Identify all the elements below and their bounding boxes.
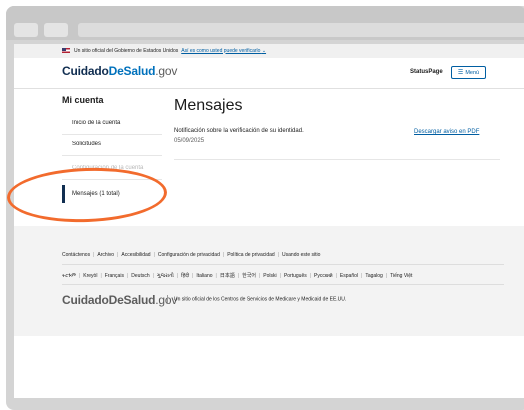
logo-suffix: .gov: [155, 64, 178, 78]
separator-pipe: |: [176, 273, 179, 279]
sidebar-divider: [62, 134, 162, 135]
verify-link[interactable]: Así es como usted puede verificarlo ⌄: [181, 48, 266, 54]
menu-button-label: Menú: [465, 69, 480, 76]
site-logo[interactable]: CuidadoDeSalud.gov: [62, 64, 177, 78]
language-link[interactable]: ትርጉም: [62, 273, 76, 279]
footer-link[interactable]: Archivo: [97, 252, 114, 258]
footer-official-text: Un sitio oficial de los Centros de Servi…: [167, 295, 346, 303]
footer-link[interactable]: Accesibilidad: [121, 252, 150, 258]
chevron-down-icon: ⌄: [261, 47, 267, 54]
message-title[interactable]: Notificación sobre la verificación de su…: [174, 128, 304, 134]
content-divider: [174, 159, 500, 160]
footer-link[interactable]: Configuración de privacidad: [158, 252, 220, 258]
browser-address-bar[interactable]: [78, 23, 524, 37]
menu-button[interactable]: ☰ Menú: [451, 66, 486, 79]
separator-pipe: |: [78, 273, 81, 279]
hamburger-menu-icon: ☰: [457, 69, 464, 76]
logo-text-part2: DeSalud: [108, 64, 156, 78]
sidebar-divider: [62, 155, 162, 156]
language-link[interactable]: Kreyòl: [83, 273, 97, 279]
language-link[interactable]: Português: [284, 273, 307, 279]
separator-pipe: |: [152, 273, 154, 279]
footer-links: Contáctenos | Archivo | Accesibilidad | Config…: [62, 252, 320, 258]
language-link[interactable]: Русский: [314, 273, 333, 279]
separator-pipe: |: [215, 273, 217, 279]
separator-pipe: |: [153, 252, 155, 258]
footer-languages: ትርጉም | Kreyòl | Français | Deutsch | ગુજરાતી | हिं…: [62, 272, 412, 279]
official-site-banner: Un sitio oficial del Gobierno de Estados…: [14, 44, 524, 58]
language-link[interactable]: Italiano: [196, 273, 212, 279]
separator-pipe: |: [385, 273, 388, 279]
separator-pipe: |: [277, 252, 280, 258]
browser-back-button[interactable]: [14, 23, 38, 37]
separator-pipe: |: [117, 252, 119, 258]
official-site-text: Un sitio oficial del Gobierno de Estados…: [74, 48, 266, 54]
us-flag-icon: [62, 48, 70, 53]
separator-pipe: |: [192, 273, 194, 279]
browser-toolbar: [6, 6, 524, 40]
footer-logo-divider: [167, 295, 168, 303]
separator-pipe: |: [279, 273, 281, 279]
footer-logo[interactable]: CuidadoDeSalud.gov: [62, 293, 177, 307]
footer-divider: [62, 284, 504, 285]
sidebar-title: Mi cuenta: [62, 95, 104, 105]
sidebar-item-applications[interactable]: Solicitudes: [62, 141, 162, 147]
separator-pipe: |: [93, 252, 95, 258]
page-title: Mensajes: [174, 97, 243, 114]
official-site-label: Un sitio oficial del Gobierno de Estados…: [74, 47, 179, 54]
separator-pipe: |: [126, 273, 129, 279]
language-link[interactable]: हिंदी: [181, 273, 189, 279]
footer-official-label: Un sitio oficial de los Centros de Servi…: [174, 296, 347, 303]
language-link[interactable]: ગુજરાતી: [157, 273, 174, 279]
language-link[interactable]: Polski: [263, 273, 276, 279]
footer-link[interactable]: Usando este sitio: [282, 252, 320, 258]
separator-pipe: |: [335, 273, 337, 279]
verify-link-label: Así es como usted puede verificarlo: [181, 47, 261, 54]
separator-pipe: |: [361, 273, 363, 279]
separator-pipe: |: [309, 273, 312, 279]
separator-pipe: |: [222, 252, 225, 258]
language-link[interactable]: Tiếng Việt: [390, 273, 412, 279]
download-pdf-link[interactable]: Descargar aviso en PDF: [414, 129, 479, 135]
footer-link[interactable]: Política de privacidad: [227, 252, 275, 258]
site-header: CuidadoDeSalud.gov StatusPage ☰ Menú: [14, 58, 524, 89]
language-link[interactable]: Français: [105, 273, 124, 279]
sidebar-item-account-home[interactable]: Inicio de la cuenta: [62, 120, 162, 126]
language-link[interactable]: Español: [340, 273, 358, 279]
footer-link[interactable]: Contáctenos: [62, 252, 90, 258]
separator-pipe: |: [237, 273, 240, 279]
separator-pipe: |: [100, 273, 102, 279]
language-link[interactable]: 日本語: [220, 273, 235, 279]
site-footer: Contáctenos | Archivo | Accesibilidad | Config…: [14, 226, 524, 336]
message-date: 05/09/2025: [174, 138, 205, 144]
language-link[interactable]: Deutsch: [131, 273, 149, 279]
footer-divider: [62, 264, 504, 265]
footer-logo-part1: Cuidado: [62, 293, 109, 307]
status-page-link[interactable]: StatusPage: [410, 69, 443, 75]
footer-logo-part2: DeSalud: [108, 293, 156, 307]
language-link[interactable]: 한국어: [242, 273, 256, 279]
language-link[interactable]: Tagalog: [365, 273, 383, 279]
browser-forward-button[interactable]: [44, 23, 68, 37]
separator-pipe: |: [258, 273, 261, 279]
logo-text-part1: Cuidado: [62, 64, 109, 78]
